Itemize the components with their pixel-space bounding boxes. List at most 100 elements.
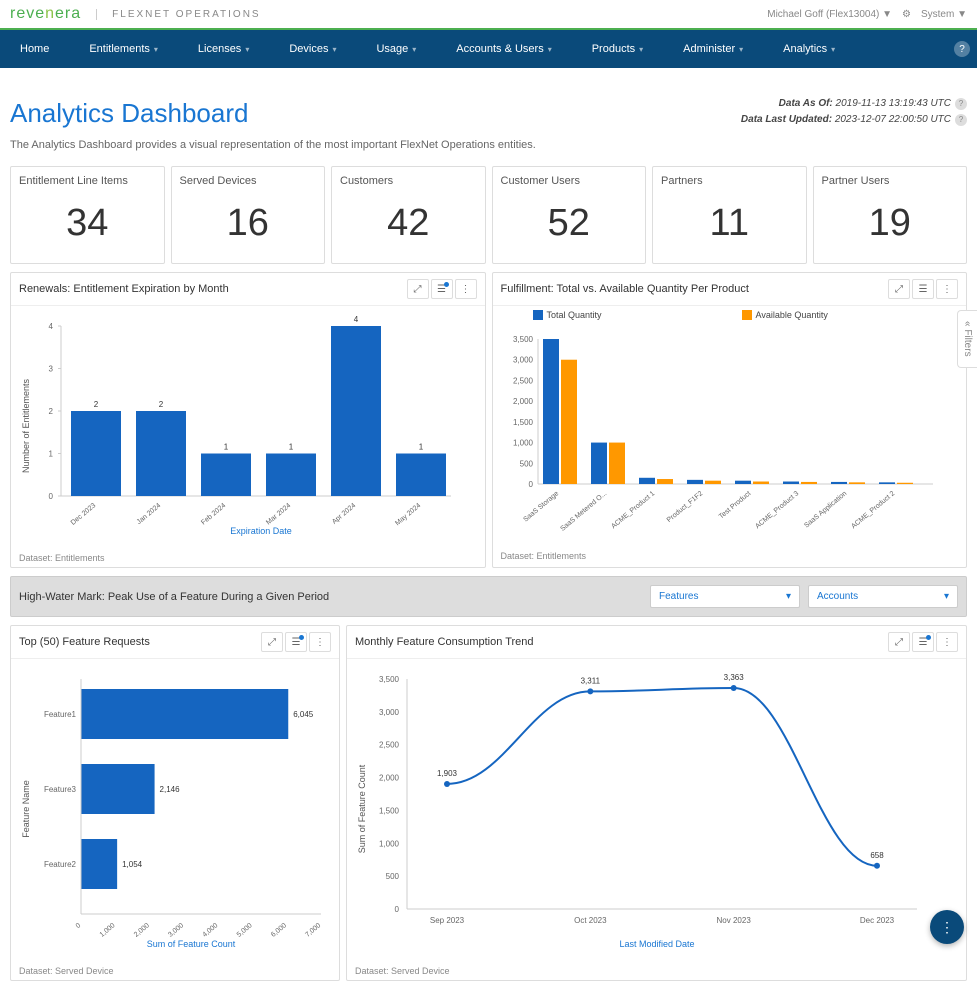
svg-text:ACME_Product 1: ACME_Product 1 [610,490,656,530]
svg-text:1: 1 [289,443,294,452]
svg-text:500: 500 [386,872,400,881]
nav-devices[interactable]: Devices▾ [269,30,356,68]
fab-button[interactable]: ⋮ [930,910,964,944]
svg-text:1: 1 [419,443,424,452]
svg-text:3,000: 3,000 [167,922,185,939]
nav-administer[interactable]: Administer▾ [663,30,763,68]
svg-text:0: 0 [395,905,400,914]
kpi-customer-users: Customer Users 52 [492,166,647,264]
kpi-row: Entitlement Line Items 34 Served Devices… [10,166,967,264]
nav-entitlements[interactable]: Entitlements▾ [69,30,178,68]
svg-text:Sum of Feature Count: Sum of Feature Count [357,764,367,853]
filter-icon[interactable]: ☰ [431,279,453,299]
nav-help[interactable]: ? [947,30,977,68]
svg-text:2,000: 2,000 [133,922,151,939]
svg-text:6,000: 6,000 [270,922,288,939]
svg-text:4: 4 [49,322,54,331]
features-dropdown[interactable]: Features▾ [650,585,800,608]
gear-icon[interactable]: ⚙ [902,9,911,20]
renewals-panel: Renewals: Entitlement Expiration by Mont… [10,272,486,568]
nav-licenses[interactable]: Licenses▾ [178,30,269,68]
svg-text:1,500: 1,500 [512,418,533,427]
svg-text:1,000: 1,000 [99,922,117,939]
svg-text:0: 0 [49,492,54,501]
svg-text:2,500: 2,500 [512,376,533,385]
svg-text:Feature3: Feature3 [44,785,77,794]
svg-text:Sep 2023: Sep 2023 [430,916,465,925]
menu-icon[interactable]: ⋮ [455,279,477,299]
logo: revenera [10,5,81,23]
expand-icon[interactable]: ⤢ [888,632,910,652]
expand-icon[interactable]: ⤢ [407,279,429,299]
svg-text:Feb 2024: Feb 2024 [200,502,227,526]
svg-text:Product_F1F2: Product_F1F2 [665,490,704,524]
filters-tab[interactable]: « Filters [957,310,977,368]
expand-icon[interactable]: ⤢ [261,632,283,652]
fulfillment-panel: Fulfillment: Total vs. Available Quantit… [492,272,968,568]
nav-home[interactable]: Home [0,30,69,68]
svg-text:0: 0 [75,922,83,930]
svg-text:Last Modified Date: Last Modified Date [619,939,694,949]
svg-text:1,903: 1,903 [437,769,458,778]
topbar: revenera FLEXNET OPERATIONS Michael Goff… [0,0,977,30]
svg-text:1,500: 1,500 [379,806,400,815]
top50-dataset: Dataset: Served Device [11,962,339,980]
top50-panel: Top (50) Feature Requests ⤢ ☰ ⋮ Feature … [10,625,340,981]
kpi-partners: Partners 11 [652,166,807,264]
svg-text:1,000: 1,000 [379,839,400,848]
kpi-entitlement-items: Entitlement Line Items 34 [10,166,165,264]
info-icon[interactable]: ? [955,114,967,126]
svg-text:658: 658 [870,851,884,860]
svg-text:2: 2 [49,407,54,416]
highwater-band: High-Water Mark: Peak Use of a Feature D… [10,576,967,617]
filter-icon[interactable]: ☰ [912,279,934,299]
svg-text:3,311: 3,311 [581,676,601,685]
page-title: Analytics Dashboard [10,98,536,129]
menu-icon[interactable]: ⋮ [309,632,331,652]
svg-text:3,500: 3,500 [512,335,533,344]
trend-dataset: Dataset: Served Device [347,962,966,980]
filter-icon[interactable]: ☰ [912,632,934,652]
kpi-partner-users: Partner Users 19 [813,166,968,264]
highwater-title: High-Water Mark: Peak Use of a Feature D… [19,591,642,603]
svg-text:3,000: 3,000 [512,356,533,365]
svg-text:3: 3 [49,365,54,374]
top50-chart: Feature Name Feature16,045Feature32,146F… [11,659,339,962]
filter-icon[interactable]: ☰ [285,632,307,652]
nav-accounts[interactable]: Accounts & Users▾ [436,30,571,68]
svg-text:Nov 2023: Nov 2023 [717,916,752,925]
system-menu[interactable]: System ▼ [921,9,967,20]
svg-text:Feature2: Feature2 [44,860,77,869]
svg-text:Dec 2023: Dec 2023 [70,502,98,527]
nav-products[interactable]: Products▾ [572,30,663,68]
svg-text:2,146: 2,146 [160,785,181,794]
nav-usage[interactable]: Usage▾ [356,30,436,68]
fulfillment-legend: Total Quantity Available Quantity [493,306,967,324]
renewals-title: Renewals: Entitlement Expiration by Mont… [19,283,407,295]
info-icon[interactable]: ? [955,98,967,110]
svg-text:Apr 2024: Apr 2024 [331,502,357,526]
svg-text:SaaS Metered O...: SaaS Metered O... [559,490,608,533]
svg-text:Test Product: Test Product [717,490,751,520]
svg-text:Feature Name: Feature Name [21,780,31,838]
svg-text:1: 1 [49,450,54,459]
date-info: Data As Of: 2019-11-13 13:19:43 UTC? Dat… [741,98,967,130]
svg-text:3,500: 3,500 [379,675,400,684]
user-menu[interactable]: Michael Goff (Flex13004) ▼ [767,9,892,20]
svg-text:1,000: 1,000 [512,439,533,448]
svg-text:1,054: 1,054 [122,860,143,869]
svg-text:Oct 2023: Oct 2023 [574,916,607,925]
expand-icon[interactable]: ⤢ [888,279,910,299]
svg-text:Feature1: Feature1 [44,710,77,719]
svg-text:Mar 2024: Mar 2024 [265,502,292,526]
menu-icon[interactable]: ⋮ [936,279,958,299]
menu-icon[interactable]: ⋮ [936,632,958,652]
fulfillment-chart: 05001,0001,5002,0002,5003,0003,500SaaS S… [493,324,967,547]
svg-text:2: 2 [159,400,164,409]
accounts-dropdown[interactable]: Accounts▾ [808,585,958,608]
renewals-chart: Number of Entitlements 012342Dec 20232Ja… [11,306,485,549]
nav-analytics[interactable]: Analytics▾ [763,30,855,68]
svg-text:7,000: 7,000 [304,922,322,939]
svg-text:Dec 2023: Dec 2023 [860,916,895,925]
trend-title: Monthly Feature Consumption Trend [355,636,888,648]
